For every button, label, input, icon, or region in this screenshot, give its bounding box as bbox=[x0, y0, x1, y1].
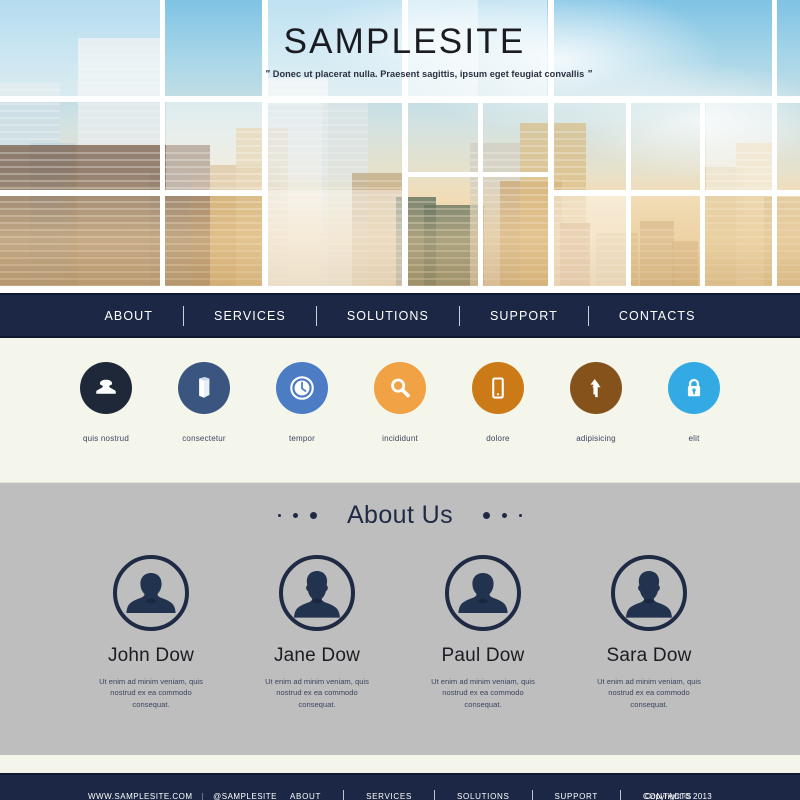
avatar bbox=[279, 555, 355, 631]
footer-nav-separator bbox=[531, 790, 533, 800]
service-label: adipisicing bbox=[576, 434, 616, 443]
service-item-tempor[interactable]: tempor bbox=[276, 362, 328, 443]
section-divider-strip bbox=[0, 755, 800, 773]
team-member-name: Jane Dow bbox=[273, 645, 361, 666]
decor-dot bbox=[292, 513, 298, 518]
avatar bbox=[445, 555, 521, 631]
footer-website-link[interactable]: WWW.SAMPLESITE.COM bbox=[88, 792, 193, 800]
team-member[interactable]: Jane Dow Ut enim ad minim veniam, quis no… bbox=[242, 555, 392, 710]
nav-separator bbox=[315, 305, 317, 326]
page-root: SAMPLESITE " Donec ut placerat nulla. Pra… bbox=[0, 0, 800, 800]
quote-close-icon: " bbox=[587, 69, 593, 80]
nav-item-about[interactable]: ABOUT bbox=[74, 309, 183, 323]
decor-dot bbox=[519, 514, 523, 517]
service-label: dolore bbox=[486, 434, 510, 443]
clock-icon[interactable] bbox=[276, 362, 328, 414]
tagline-text: Donec ut placerat nulla. Praesent sagitt… bbox=[272, 69, 585, 79]
service-label: elit bbox=[688, 434, 700, 443]
avatar-silhouette-female bbox=[294, 571, 340, 618]
site-title: SAMPLESITE bbox=[283, 22, 526, 61]
services-section: quis nostrud consectetur tempor incididunt d… bbox=[0, 338, 800, 483]
avatar bbox=[611, 555, 687, 631]
service-item-incididunt[interactable]: incididunt bbox=[374, 362, 426, 443]
team-member-name: Paul Dow bbox=[441, 645, 525, 666]
hero-banner: SAMPLESITE " Donec ut placerat nulla. Pra… bbox=[0, 0, 800, 293]
nav-item-contacts[interactable]: CONTACTS bbox=[589, 309, 726, 323]
service-label: quis nostrud bbox=[83, 434, 129, 443]
page-footer: WWW.SAMPLESITE.COM | @SAMPLESITE ABOUT SE… bbox=[0, 773, 800, 800]
service-item-quis-nostrud[interactable]: quis nostrud bbox=[80, 362, 132, 443]
team-member-name: John Dow bbox=[107, 645, 195, 666]
nav-separator bbox=[587, 305, 589, 326]
mobile-icon[interactable] bbox=[472, 362, 524, 414]
avatar bbox=[113, 555, 189, 631]
decor-dot bbox=[502, 513, 508, 518]
decor-dots-left bbox=[277, 512, 317, 519]
nav-items-container: ABOUT SERVICES SOLUTIONS SUPPORT CONTACTS bbox=[74, 305, 726, 326]
team-member[interactable]: Paul Dow Ut enim ad minim veniam, quis no… bbox=[408, 555, 558, 710]
about-section: About Us John Dow Ut enim ad minim veniam… bbox=[0, 483, 800, 755]
footer-nav-item-support[interactable]: SUPPORT bbox=[533, 792, 620, 800]
services-icon-row: quis nostrud consectetur tempor incididunt d… bbox=[0, 362, 800, 443]
footer-contact-info: WWW.SAMPLESITE.COM | @SAMPLESITE bbox=[88, 792, 277, 800]
team-member[interactable]: John Dow Ut enim ad minim veniam, quis no… bbox=[76, 555, 226, 710]
avatar-silhouette-male bbox=[126, 573, 176, 613]
service-label: incididunt bbox=[382, 434, 418, 443]
nav-item-services[interactable]: SERVICES bbox=[184, 309, 316, 323]
team-member-name: Sara Dow bbox=[606, 645, 692, 666]
decor-dots-right bbox=[483, 512, 523, 519]
book-icon[interactable] bbox=[178, 362, 230, 414]
footer-nav-separator bbox=[433, 790, 435, 800]
footer-copyright: Copyright © 2013 bbox=[644, 792, 712, 800]
service-label: consectetur bbox=[182, 434, 226, 443]
nav-separator bbox=[458, 305, 460, 326]
team-member-description: Ut enim ad minim veniam, quis nostrud ex… bbox=[265, 677, 369, 709]
avatar-silhouette-female bbox=[626, 571, 672, 618]
team-list: John Dow Ut enim ad minim veniam, quis no… bbox=[0, 555, 800, 710]
lock-icon[interactable] bbox=[668, 362, 720, 414]
sync-icon[interactable] bbox=[570, 362, 622, 414]
footer-nav-item-services[interactable]: SERVICES bbox=[344, 792, 434, 800]
service-item-adipisicing[interactable]: adipisicing bbox=[570, 362, 622, 443]
footer-nav-separator bbox=[343, 790, 345, 800]
decor-dot bbox=[483, 512, 491, 519]
service-label: tempor bbox=[288, 434, 316, 443]
team-member-description: Ut enim ad minim veniam, quis nostrud ex… bbox=[431, 677, 535, 709]
nav-item-support[interactable]: SUPPORT bbox=[460, 309, 588, 323]
team-member-description: Ut enim ad minim veniam, quis nostrud ex… bbox=[597, 677, 701, 709]
footer-nav-separator bbox=[619, 790, 621, 800]
search-icon[interactable] bbox=[374, 362, 426, 414]
avatar-silhouette-male bbox=[458, 573, 508, 613]
telephone-icon[interactable] bbox=[80, 362, 132, 414]
service-item-consectetur[interactable]: consectetur bbox=[178, 362, 230, 443]
service-item-dolore[interactable]: dolore bbox=[472, 362, 524, 443]
decor-dot bbox=[309, 512, 317, 519]
team-member-description: Ut enim ad minim veniam, quis nostrud ex… bbox=[99, 677, 203, 709]
main-navigation: ABOUT SERVICES SOLUTIONS SUPPORT CONTACTS bbox=[0, 293, 800, 338]
footer-nav-item-solutions[interactable]: SOLUTIONS bbox=[435, 792, 532, 800]
service-item-elit[interactable]: elit bbox=[668, 362, 720, 443]
footer-divider: | bbox=[201, 792, 205, 800]
about-title: About Us bbox=[346, 501, 454, 529]
quote-open-icon: " bbox=[265, 69, 270, 80]
nav-item-solutions[interactable]: SOLUTIONS bbox=[317, 309, 459, 323]
nav-separator bbox=[183, 305, 185, 326]
decor-dot bbox=[277, 514, 281, 517]
footer-nav-item-about[interactable]: ABOUT bbox=[268, 792, 343, 800]
hero-haze bbox=[0, 173, 800, 293]
team-member[interactable]: Sara Dow Ut enim ad minim veniam, quis no… bbox=[574, 555, 724, 710]
site-tagline: " Donec ut placerat nulla. Praesent sagit… bbox=[262, 69, 592, 80]
about-header: About Us bbox=[0, 501, 800, 530]
